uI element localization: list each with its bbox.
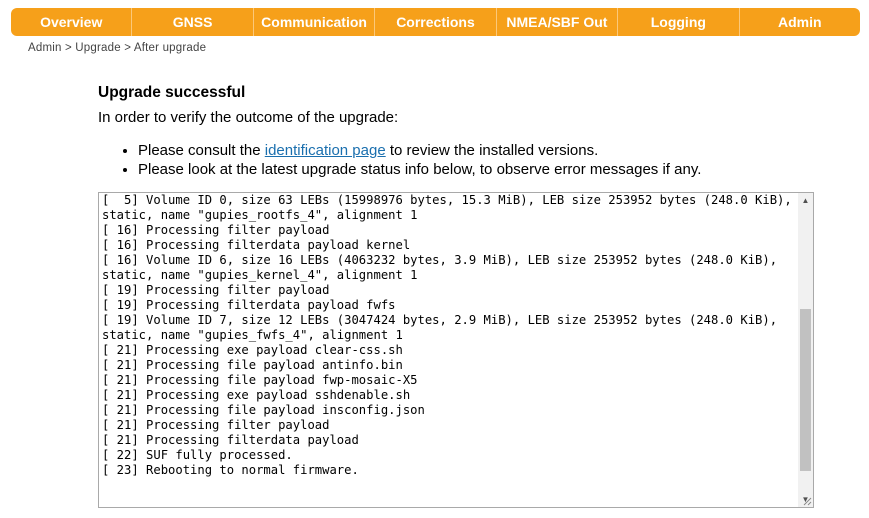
bullet1-prefix: Please consult the [138, 142, 265, 159]
main-nav-bar: Overview GNSS Communication Corrections … [11, 8, 860, 36]
identification-page-link[interactable]: identification page [265, 142, 386, 159]
scroll-up-arrow-icon[interactable]: ▲ [798, 193, 813, 208]
instructions-list: Please consult the identification page t… [98, 141, 701, 179]
tab-logging[interactable]: Logging [618, 8, 740, 36]
intro-text: In order to verify the outcome of the up… [98, 109, 399, 126]
vertical-scrollbar[interactable]: ▲ ▼ [798, 193, 813, 507]
list-item: Please look at the latest upgrade status… [138, 160, 701, 179]
tab-nmea-sbf-out[interactable]: NMEA/SBF Out [497, 8, 619, 36]
log-text: [ 5] Volume ID 0, size 63 LEBs (15998976… [102, 193, 792, 477]
tab-corrections[interactable]: Corrections [375, 8, 497, 36]
tab-communication[interactable]: Communication [254, 8, 376, 36]
list-item: Please consult the identification page t… [138, 141, 701, 160]
scroll-thumb[interactable] [800, 309, 811, 471]
tab-gnss[interactable]: GNSS [132, 8, 254, 36]
resize-grip-icon[interactable] [802, 496, 812, 506]
bullet1-suffix: to review the installed versions. [385, 142, 599, 159]
upgrade-status-log[interactable]: [ 5] Volume ID 0, size 63 LEBs (15998976… [98, 192, 814, 508]
breadcrumb: Admin > Upgrade > After upgrade [28, 42, 207, 54]
page-title: Upgrade successful [98, 84, 246, 101]
tab-overview[interactable]: Overview [11, 8, 133, 36]
tab-admin[interactable]: Admin [740, 8, 860, 36]
